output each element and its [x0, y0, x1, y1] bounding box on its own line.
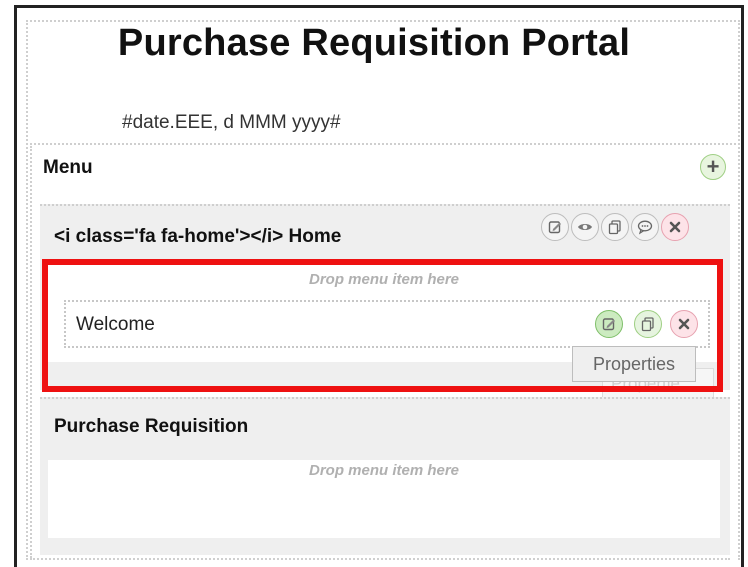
delete-button[interactable] [661, 213, 689, 241]
edit-button[interactable] [541, 213, 569, 241]
copy-icon [641, 317, 654, 332]
menu-group-label[interactable]: Purchase Requisition [54, 416, 248, 438]
edit-icon [602, 318, 615, 331]
layout-guide [26, 20, 28, 560]
add-menu-button[interactable]: + [700, 154, 726, 180]
properties-tooltip: Properties [572, 346, 696, 382]
group-border [40, 204, 730, 206]
item-edit-button[interactable] [595, 310, 623, 338]
drop-zone-label: Drop menu item here [308, 271, 460, 288]
date-placeholder: #date.EEE, d MMM yyyy# [122, 112, 341, 133]
group-border [40, 397, 730, 399]
comment-icon [637, 220, 653, 235]
eye-icon [578, 224, 592, 230]
drop-zone-label: Drop menu item here [308, 462, 460, 479]
duplicate-button[interactable] [601, 213, 629, 241]
layout-guide [738, 20, 740, 560]
layout-guide [26, 143, 736, 145]
preview-button[interactable] [571, 213, 599, 241]
drop-zone[interactable]: Drop menu item here [48, 460, 720, 538]
edit-icon [548, 221, 561, 234]
comment-button[interactable] [631, 213, 659, 241]
plus-icon: + [706, 154, 720, 179]
delete-icon [669, 221, 681, 233]
item-delete-button[interactable] [670, 310, 698, 338]
menu-item-label: Welcome [76, 314, 155, 335]
page-title: Purchase Requisition Portal [117, 22, 631, 64]
delete-icon [678, 318, 690, 330]
menu-group-label[interactable]: <i class='fa fa-home'></i> Home [54, 226, 341, 248]
item-duplicate-button[interactable] [634, 310, 662, 338]
menu-title: Menu [43, 157, 93, 178]
copy-icon [608, 220, 621, 235]
